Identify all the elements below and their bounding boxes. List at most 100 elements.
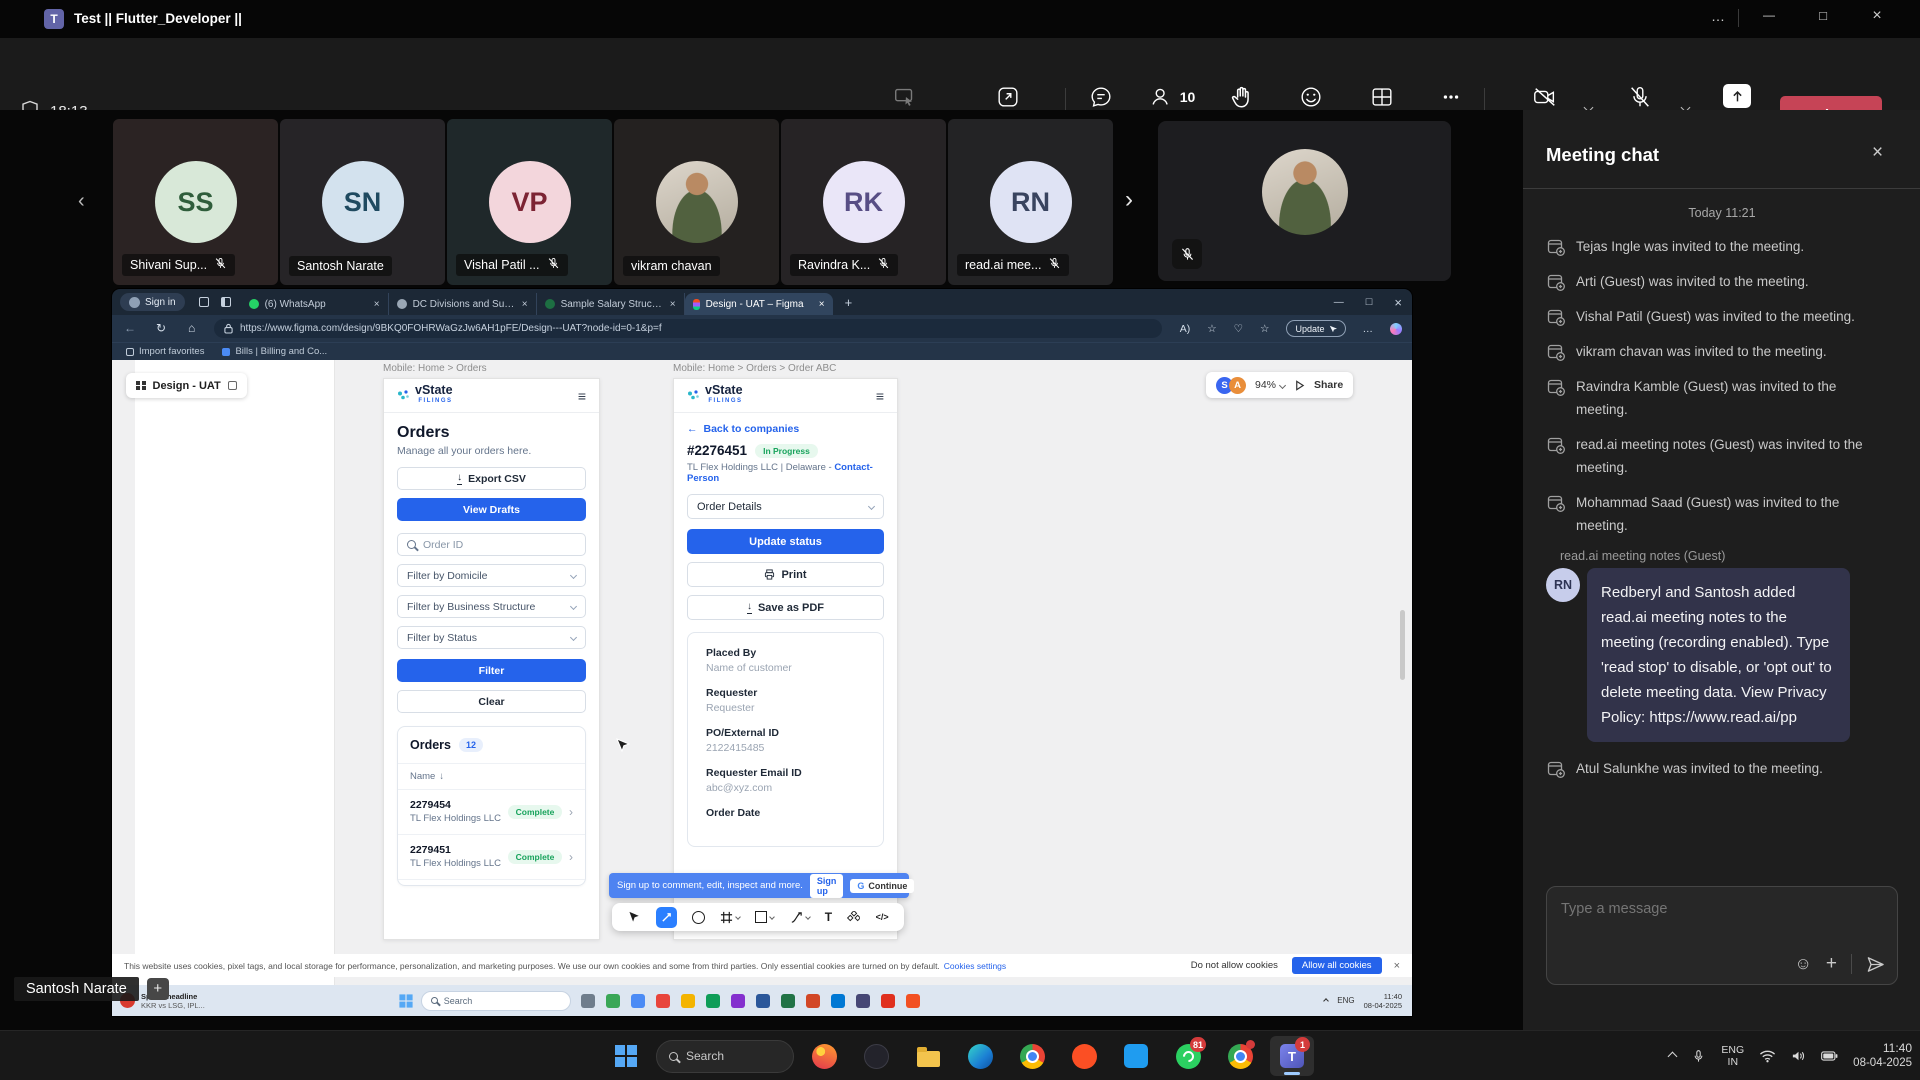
tiles-scroll-left-icon[interactable]: ‹ [78,190,85,213]
edge-icon[interactable] [958,1036,1002,1076]
new-tab-icon[interactable]: + [845,295,853,310]
widgets-tool-icon[interactable] [847,911,860,924]
participant-tile[interactable]: vikram chavan [614,119,779,285]
participant-tile[interactable]: RN read.ai mee... [948,119,1113,285]
app-icon[interactable] [831,994,845,1008]
signup-button[interactable]: Sign up [810,874,844,898]
figma-canvas[interactable]: Design - UAT S A 94% Share Mobile: Home … [112,360,1412,985]
tray-overflow-chevron-icon[interactable] [1668,1051,1678,1061]
move-tool-icon[interactable] [627,911,640,924]
participant-tile[interactable]: RK Ravindra K... [781,119,946,285]
read-aloud-icon[interactable]: A) [1180,323,1191,335]
text-tool-icon[interactable]: T [825,910,832,924]
favorite-star-icon[interactable]: ☆ [1207,323,1216,335]
battery-icon[interactable] [1821,1051,1838,1061]
participant-tile[interactable]: SN Santosh Narate [280,119,445,285]
participant-tile[interactable]: VP Vishal Patil ... [447,119,612,285]
present-icon[interactable] [1294,380,1305,391]
brave-icon[interactable] [1062,1036,1106,1076]
canvas-scrollbar[interactable] [1400,610,1405,680]
browser-menu-icon[interactable]: … [1363,323,1374,335]
firefox-icon[interactable] [802,1036,846,1076]
file-explorer-icon[interactable] [906,1036,950,1076]
dark-app-icon[interactable] [854,1036,898,1076]
allow-cookies-button[interactable]: Allow all cookies [1292,957,1382,974]
app-icon[interactable] [781,994,795,1008]
app-icon[interactable] [656,994,670,1008]
tiles-scroll-right-icon[interactable]: › [1125,186,1133,214]
deny-cookies-button[interactable]: Do not allow cookies [1191,960,1278,971]
shape-tool-icon[interactable] [692,911,705,924]
frame2-breadcrumb[interactable]: Mobile: Home > Orders > Order ABC [673,363,836,374]
browser-tab[interactable]: (6) WhatsApp × [241,293,389,315]
browser-tab[interactable]: DC Divisions and Surroundings × [389,293,537,315]
app-icon[interactable] [706,994,720,1008]
app-icon[interactable] [731,994,745,1008]
app-icon[interactable] [606,994,620,1008]
refresh-icon[interactable]: ↻ [156,321,166,335]
volume-icon[interactable] [1791,1049,1806,1063]
update-browser-button[interactable]: Update [1286,320,1345,337]
spotlight-tile[interactable] [1158,121,1451,281]
bookmark-import-favorites[interactable]: Import favorites [126,346,204,357]
app-icon[interactable] [856,994,870,1008]
start-button[interactable] [604,1036,648,1076]
frame1-breadcrumb[interactable]: Mobile: Home > Orders [383,363,487,374]
teams-app-icon[interactable]: T 1 [1270,1036,1314,1076]
home-icon[interactable]: ⌂ [188,321,195,335]
inner-start-button[interactable] [399,994,412,1007]
close-button[interactable]: × [1855,7,1899,25]
chat-close-icon[interactable]: × [1872,142,1883,164]
vertical-tabs-icon[interactable] [221,297,231,307]
cookie-close-icon[interactable]: × [1394,960,1400,972]
emoji-icon[interactable]: ☺ [1795,954,1812,974]
browser-tab[interactable]: Design - UAT – Figma × [685,293,833,315]
copilot-icon[interactable] [1390,323,1402,335]
figma-frame-order-detail[interactable]: vStateFILINGS ≡ ←Back to companies #2276… [673,378,898,940]
browser-essentials-icon[interactable]: ♡ [1234,323,1243,335]
tab-close-icon[interactable]: × [374,299,380,310]
language-switcher[interactable]: ENG IN [1721,1044,1744,1068]
titlebar-more-icon[interactable]: … [1700,8,1736,24]
browser-tab[interactable]: Sample Salary Structure with calc × [537,293,685,315]
cookie-settings-link[interactable]: Cookies settings [944,961,1006,971]
chrome-icon[interactable] [1010,1036,1054,1076]
collaborator-avatar[interactable]: A [1229,377,1246,394]
favorites-bar-icon[interactable]: ☆ [1260,323,1269,335]
tab-close-icon[interactable]: × [819,299,825,310]
maximize-button[interactable]: □ [1801,8,1845,23]
figma-file-pill[interactable]: Design - UAT [126,373,247,398]
clock[interactable]: 11:40 08-04-2025 [1853,1041,1912,1071]
frame-tool-icon[interactable] [720,911,740,924]
app-icon[interactable] [681,994,695,1008]
signin-button[interactable]: Sign in [120,293,185,311]
hand-tool-selected-icon[interactable] [656,907,677,928]
address-bar[interactable]: https://www.figma.com/design/9BKQ0FOHRWa… [214,319,1162,338]
browser-maximize-icon[interactable]: □ [1366,296,1373,308]
app-icon[interactable] [581,994,595,1008]
app-icon[interactable] [806,994,820,1008]
wifi-icon[interactable] [1759,1049,1776,1063]
participant-tile[interactable]: SS Shivani Sup... [113,119,278,285]
browser-minimize-icon[interactable]: — [1334,297,1344,308]
tab-close-icon[interactable]: × [670,299,676,310]
figma-share-button[interactable]: Share [1314,379,1343,391]
app-icon[interactable] [906,994,920,1008]
app-icon[interactable] [881,994,895,1008]
chrome-profile-icon[interactable] [1218,1036,1262,1076]
figma-frame-desktop[interactable] [135,360,335,985]
bookmark-bills[interactable]: Bills | Billing and Co... [222,346,327,357]
dev-mode-icon[interactable]: </> [876,912,889,922]
taskbar-search-box[interactable]: Search [656,1040,794,1073]
vscode-icon[interactable] [1114,1036,1158,1076]
tray-chevron-icon[interactable] [1323,998,1329,1004]
connector-tool-icon[interactable] [790,911,810,924]
whatsapp-icon[interactable]: 81 [1166,1036,1210,1076]
chat-input[interactable] [1553,893,1883,925]
figma-frame-orders[interactable]: vStateFILINGS ≡ Orders Manage all your o… [383,378,600,940]
zoom-select[interactable]: 94% [1255,379,1285,391]
google-continue-button[interactable]: G Continue [850,879,914,893]
presenter-add-button[interactable]: + [147,978,169,1000]
rectangle-tool-icon[interactable] [755,911,774,923]
attach-plus-icon[interactable]: + [1826,953,1837,975]
